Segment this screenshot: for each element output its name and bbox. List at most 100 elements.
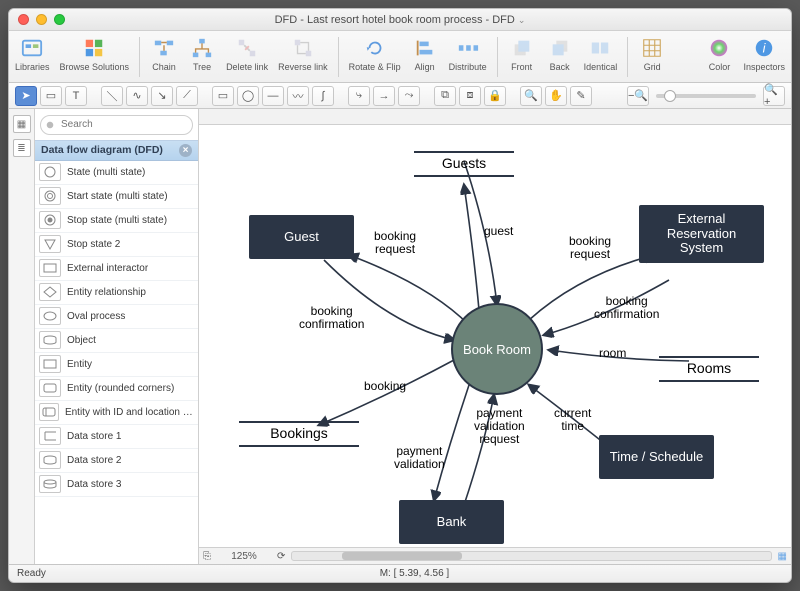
toolbar-identical[interactable]: Identical [584,35,618,72]
arc-tool[interactable]: ⟋ [176,86,198,106]
toolbar-chain[interactable]: Chain [150,35,178,72]
curve-tool[interactable]: 〰 [287,86,309,106]
category-close-icon[interactable]: × [179,144,192,157]
chain-icon [150,35,178,61]
shape-icon [39,475,61,493]
rect-tool[interactable]: ▭ [40,86,62,106]
arrow-tool[interactable]: → [373,86,395,106]
line2-tool[interactable]: — [262,86,284,106]
shape-item[interactable]: Entity (rounded corners) [35,377,198,401]
toolbar-grid[interactable]: Grid [638,35,666,72]
category-header[interactable]: Data flow diagram (DFD) × [35,140,198,161]
ellipse-tool[interactable]: ◯ [237,86,259,106]
zoom-out-button[interactable]: −🔍 [627,86,649,106]
shape-item[interactable]: External interactor [35,257,198,281]
label: Time / Schedule [610,450,703,465]
shape-item[interactable]: Oval process [35,305,198,329]
scrollbar-thumb[interactable] [342,552,462,560]
separator [497,37,498,77]
workspace: ▦ ≣ Data flow diagram (DFD) × State (mul… [9,109,791,564]
toolbar-rotate-flip[interactable]: Rotate & Flip [349,35,401,72]
text-tool[interactable]: T [65,86,87,106]
zoom-stepper[interactable]: ⟳ [277,551,285,562]
spline-tool[interactable]: ⤳ [398,86,420,106]
zoom-in-button[interactable]: 🔍+ [763,86,785,106]
bezier-tool[interactable]: ∫ [312,86,334,106]
shape-icon [39,331,61,349]
shape-icon [39,307,61,325]
shape-item[interactable]: Entity relationship [35,281,198,305]
toolbar-label: Inspectors [743,62,785,72]
toolbar-delete-link[interactable]: Delete link [226,35,268,72]
shape-item[interactable]: State (multi state) [35,161,198,185]
entity-guest[interactable]: Guest [249,215,354,259]
entity-bank[interactable]: Bank [399,500,504,544]
page-nav-icon[interactable]: ▦ [778,551,787,562]
datastore-guests[interactable]: Guests [414,155,514,171]
close-button[interactable] [18,14,29,25]
color-icon [705,35,733,61]
toolbar-front[interactable]: Front [508,35,536,72]
shape-item[interactable]: Data store 2 [35,449,198,473]
toolbar-libraries[interactable]: Libraries [15,35,50,72]
ungroup-tool[interactable]: ⧈ [459,86,481,106]
toolbar-browse-solutions[interactable]: Browse Solutions [60,35,130,72]
diagram-canvas[interactable]: Guests Bookings Rooms Guest External Res… [199,125,791,547]
entity-time-schedule[interactable]: Time / Schedule [599,435,714,479]
datastore-bookings[interactable]: Bookings [239,425,359,441]
datastore-rooms[interactable]: Rooms [659,360,759,376]
entity-external-reservation[interactable]: External Reservation System [639,205,764,263]
group-tool[interactable]: ⧉ [434,86,456,106]
toolbar-back[interactable]: Back [546,35,574,72]
zoom-value[interactable]: 125% [217,551,271,562]
zoom-in-tool[interactable]: 🔍 [520,86,542,106]
toolbar-align[interactable]: Align [411,35,439,72]
connector-tool[interactable]: ↘ [151,86,173,106]
statusbar: Ready M: [ 5.39, 4.56 ] [9,564,791,582]
zoom-button[interactable] [54,14,65,25]
main-toolbar: Libraries Browse Solutions Chain Tree De… [9,31,791,83]
shape-item[interactable]: Data store 3 [35,473,198,497]
shape-item[interactable]: Entity with ID and location (rou... [35,401,198,425]
reverse-link-icon [289,35,317,61]
libraries-icon [18,35,46,61]
shape-item[interactable]: Start state (multi state) [35,185,198,209]
zoom-slider-knob[interactable] [664,90,676,102]
toolbar-inspectors[interactable]: i Inspectors [743,35,785,72]
label: Rooms [687,360,731,376]
shape-item[interactable]: Data store 1 [35,425,198,449]
pointer-tool[interactable]: ➤ [15,86,37,106]
eyedropper-tool[interactable]: ✎ [570,86,592,106]
rail-layers-icon[interactable]: ≣ [13,139,31,157]
shape-label: Data store 3 [67,479,121,490]
hand-tool[interactable]: ✋ [545,86,567,106]
process-book-room[interactable]: Book Room [451,303,543,395]
shape-list: State (multi state)Start state (multi st… [35,161,198,565]
shape-item[interactable]: Entity [35,353,198,377]
shape-icon [39,283,61,301]
titlebar: DFD - Last resort hotel book room proces… [9,9,791,31]
shape-icon [39,451,61,469]
horizontal-scrollbar[interactable] [291,551,771,561]
shape-item[interactable]: Stop state 2 [35,233,198,257]
flow-booking-request-2: booking request [569,235,611,261]
toolbar-distribute[interactable]: Distribute [449,35,487,72]
rail-lib-icon[interactable]: ▦ [13,115,31,133]
rect-shape-tool[interactable]: ▭ [212,86,234,106]
tree-icon [188,35,216,61]
toolbar-color[interactable]: Color [705,35,733,72]
zoom-slider[interactable] [656,94,756,98]
toolbar-tree[interactable]: Tree [188,35,216,72]
minimize-button[interactable] [36,14,47,25]
shape-icon [39,355,61,373]
lock-tool[interactable]: 🔒 [484,86,506,106]
shape-item[interactable]: Stop state (multi state) [35,209,198,233]
polyline-tool[interactable]: ∿ [126,86,148,106]
smart-connector-tool[interactable]: ⤷ [348,86,370,106]
ruler [199,109,791,125]
line-tool[interactable]: ＼ [101,86,123,106]
search-input[interactable] [40,115,193,135]
shape-item[interactable]: Object [35,329,198,353]
toolbar-reverse-link[interactable]: Reverse link [278,35,328,72]
page-tabs-icon[interactable]: ⎘ [203,551,211,562]
